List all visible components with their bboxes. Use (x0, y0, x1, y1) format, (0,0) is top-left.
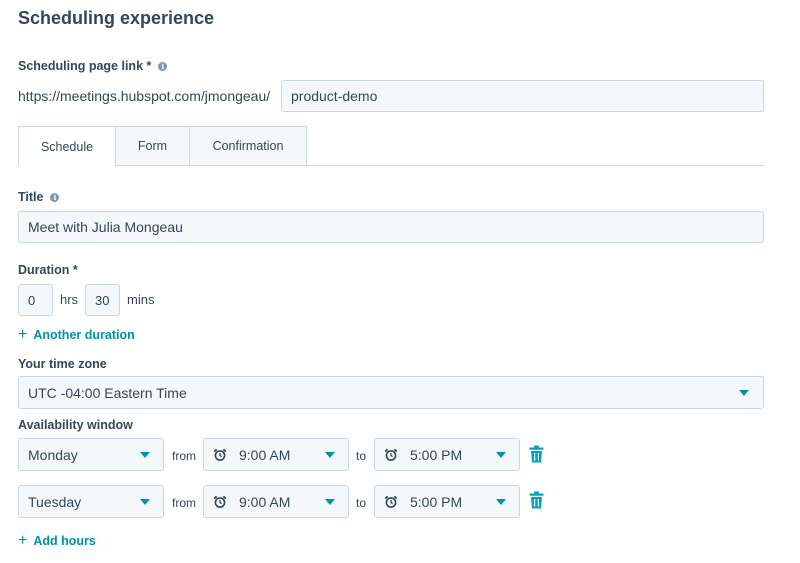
end-time-select-monday[interactable]: 5:00 PM (374, 438, 520, 471)
to-label: to (356, 496, 367, 510)
page-link-label-row: Scheduling page link * i (18, 59, 168, 73)
minutes-unit: mins (127, 292, 155, 307)
tab-schedule[interactable]: Schedule (18, 126, 116, 167)
timezone-value: UTC -04:00 Eastern Time (28, 384, 187, 401)
alarm-clock-icon (213, 495, 229, 509)
day-value: Tuesday (28, 493, 82, 510)
chevron-down-icon (496, 452, 506, 458)
start-time-select-monday[interactable]: 9:00 AM (203, 438, 349, 471)
end-time-value: 5:00 PM (410, 493, 463, 510)
tab-bar: Schedule Form Confirmation (18, 126, 764, 167)
from-label: from (172, 496, 196, 510)
day-select-tuesday[interactable]: Tuesday (18, 485, 164, 518)
url-prefix: https://meetings.hubspot.com/jmongeau/ (18, 88, 271, 104)
timezone-select[interactable]: UTC -04:00 Eastern Time (18, 376, 764, 409)
day-select-monday[interactable]: Monday (18, 438, 164, 471)
alarm-clock-icon (384, 495, 400, 509)
chevron-down-icon (140, 452, 150, 458)
another-duration-label: Another duration (33, 328, 135, 342)
duration-label: Duration * (18, 263, 78, 277)
start-time-select-tuesday[interactable]: 9:00 AM (203, 485, 349, 518)
chevron-down-icon (325, 452, 335, 458)
trash-icon[interactable] (529, 491, 544, 509)
title-label: Title (18, 190, 44, 204)
another-duration-link[interactable]: + Another duration (18, 326, 135, 343)
to-label: to (356, 449, 367, 463)
start-time-value: 9:00 AM (239, 493, 291, 510)
add-hours-label: Add hours (33, 534, 96, 548)
chevron-down-icon (140, 499, 150, 505)
start-time-value: 9:00 AM (239, 446, 291, 463)
info-icon[interactable]: i (50, 192, 60, 202)
add-hours-link[interactable]: + Add hours (18, 532, 96, 549)
title-label-row: Title i (18, 190, 60, 204)
slug-input[interactable]: product-demo (281, 80, 764, 112)
hours-unit: hrs (60, 292, 79, 307)
day-value: Monday (28, 446, 78, 463)
plus-icon: + (18, 326, 28, 343)
alarm-clock-icon (213, 448, 229, 462)
info-icon[interactable]: i (158, 61, 168, 71)
chevron-down-icon (739, 390, 749, 396)
title-input[interactable]: Meet with Julia Mongeau (18, 211, 764, 243)
section-title: Scheduling experience (18, 8, 215, 28)
page-link-label: Scheduling page link * (18, 59, 152, 73)
duration-minutes-input[interactable]: 30 (85, 284, 120, 316)
chevron-down-icon (496, 499, 506, 505)
alarm-clock-icon (384, 448, 400, 462)
end-time-value: 5:00 PM (410, 446, 463, 463)
plus-icon: + (18, 532, 28, 549)
chevron-down-icon (325, 499, 335, 505)
from-label: from (172, 449, 196, 463)
timezone-label: Your time zone (18, 357, 107, 371)
end-time-select-tuesday[interactable]: 5:00 PM (374, 485, 520, 518)
duration-hours-input[interactable]: 0 (18, 284, 53, 316)
availability-label: Availability window (18, 418, 133, 432)
trash-icon[interactable] (529, 445, 544, 463)
tab-confirmation[interactable]: Confirmation (189, 126, 307, 166)
tab-form[interactable]: Form (115, 126, 190, 166)
